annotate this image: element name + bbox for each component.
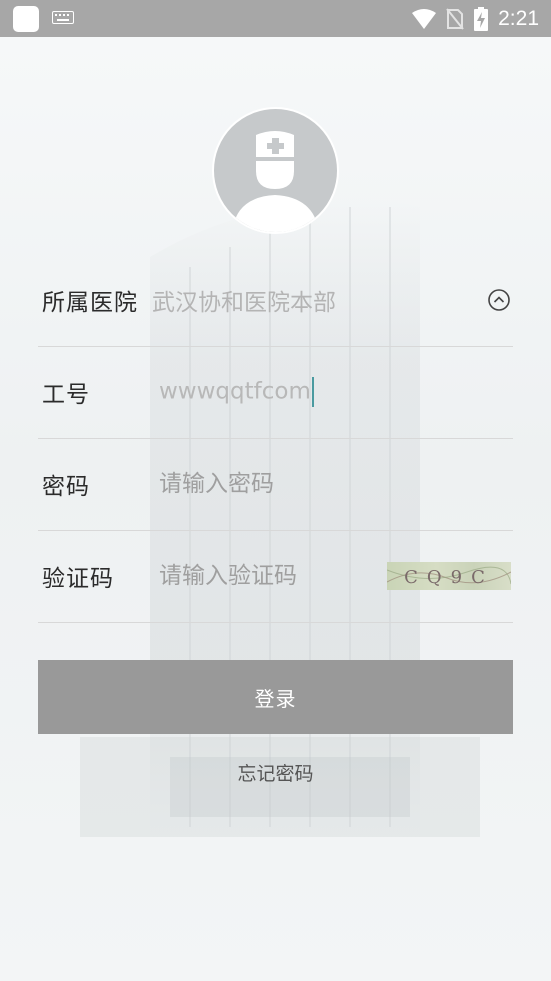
login-screen: 所属医院 武汉协和医院本部 工号 wwwqqtfcom 密码 验证码 CQ9C … [0, 37, 551, 981]
battery-charging-icon [474, 6, 489, 31]
captcha-label: 验证码 [42, 566, 114, 592]
employee-id-input[interactable]: wwwqqtfcom [159, 377, 314, 407]
clock: 2:21 [498, 6, 539, 30]
password-input[interactable] [159, 471, 369, 497]
employee-id-value: wwwqqtfcom [159, 378, 311, 405]
status-bar: 2:21 [0, 0, 551, 37]
captcha-input[interactable] [159, 563, 369, 589]
password-row: 密码 [38, 438, 513, 531]
chevron-up-circle-icon[interactable] [487, 288, 511, 312]
hospital-select[interactable]: 武汉协和医院本部 [152, 283, 336, 317]
forgot-password-link[interactable]: 忘记密码 [0, 759, 551, 786]
employee-id-row: 工号 wwwqqtfcom [38, 346, 513, 439]
captcha-text: CQ9C [404, 567, 494, 588]
captcha-row: 验证码 CQ9C [38, 530, 513, 623]
captcha-image[interactable]: CQ9C [386, 562, 512, 590]
no-sim-icon [446, 7, 464, 30]
password-label: 密码 [42, 474, 90, 500]
wifi-icon [412, 8, 437, 29]
nurse-icon [232, 131, 319, 232]
login-button[interactable]: 登录 [38, 660, 513, 734]
hospital-label: 所属医院 [42, 290, 138, 316]
captcha-graphic: CQ9C [386, 566, 512, 588]
keyboard-icon [52, 11, 74, 24]
doctor-avatar [212, 107, 339, 234]
text-cursor [311, 377, 314, 407]
employee-id-label: 工号 [42, 382, 90, 408]
app-icon [13, 6, 39, 32]
hospital-row[interactable]: 所属医院 武汉协和医院本部 [38, 254, 513, 347]
